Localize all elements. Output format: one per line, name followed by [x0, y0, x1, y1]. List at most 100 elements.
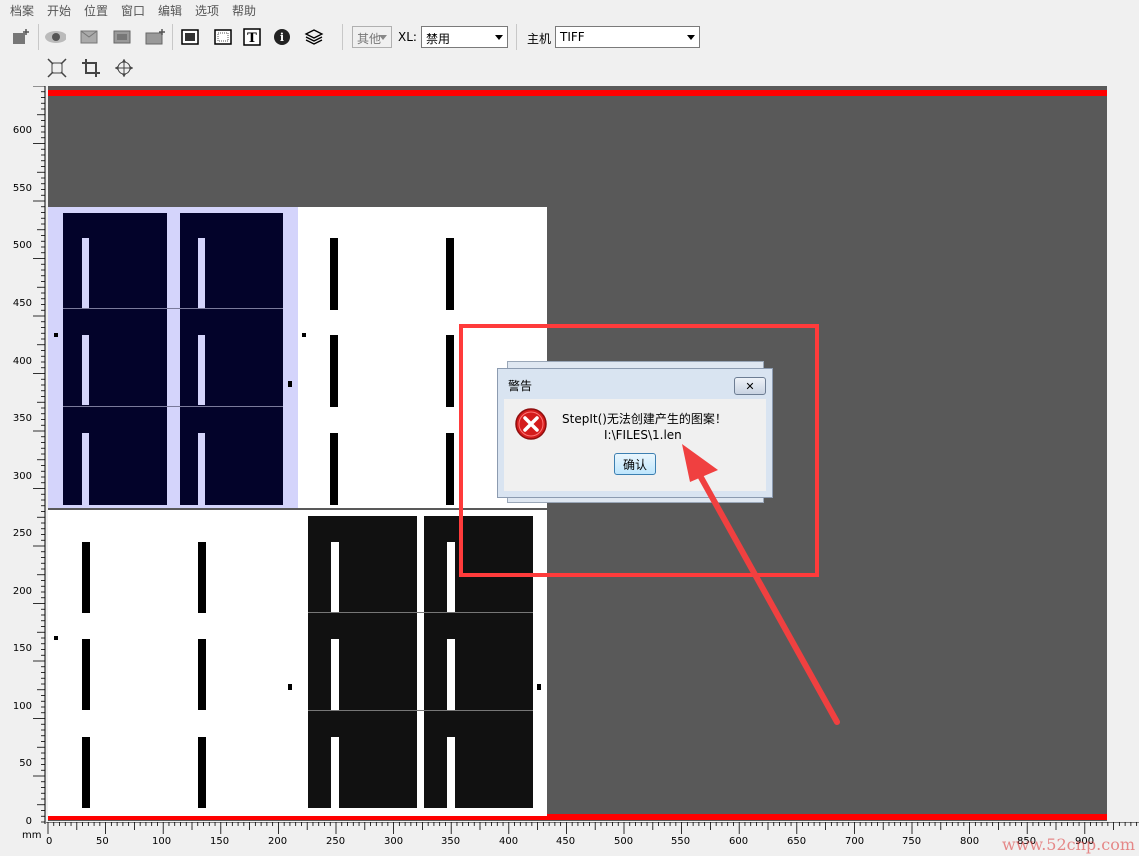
- stripe: [82, 238, 89, 308]
- layers-icon[interactable]: [303, 26, 325, 48]
- ruler-unit: mm: [22, 830, 42, 841]
- menu-start[interactable]: 开始: [47, 2, 71, 19]
- h-tick-label: 100: [152, 836, 172, 847]
- tile-selected[interactable]: [48, 207, 298, 508]
- tile-panel: [180, 213, 283, 505]
- stripe: [198, 737, 206, 808]
- text-icon[interactable]: T: [241, 26, 263, 48]
- v-tick-label: 250: [12, 528, 32, 539]
- xl-select[interactable]: 禁用: [421, 26, 508, 48]
- h-tick-label: 0: [46, 836, 53, 847]
- add-frame-icon[interactable]: [144, 26, 166, 48]
- mark: [54, 636, 58, 640]
- host-select[interactable]: TIFF: [555, 26, 700, 48]
- tile-divider: [308, 612, 533, 613]
- horizontal-ruler: mm 0 50 100 150 200 250 300 350 400 450 …: [22, 822, 1139, 852]
- h-tick-label: 550: [671, 836, 691, 847]
- stripe: [82, 542, 90, 613]
- stripe: [198, 433, 205, 505]
- stripe: [198, 335, 205, 405]
- xl-label: XL:: [398, 30, 417, 44]
- stripe: [330, 335, 338, 407]
- stripe: [82, 639, 90, 710]
- new-layer-icon[interactable]: [10, 26, 32, 48]
- h-tick-label: 300: [384, 836, 404, 847]
- menu-file[interactable]: 档案: [10, 2, 34, 19]
- fill-box-icon[interactable]: [179, 26, 201, 48]
- h-tick-label: 150: [210, 836, 230, 847]
- stripe: [330, 238, 338, 310]
- stripe: [331, 639, 339, 710]
- watermark: www.52cnp.com: [1002, 835, 1135, 854]
- menu-window[interactable]: 窗口: [121, 2, 145, 19]
- h-tick-label: 200: [268, 836, 288, 847]
- chevron-down-icon: [687, 35, 695, 40]
- other-combo[interactable]: 其他: [352, 26, 392, 48]
- stripe: [198, 238, 205, 308]
- v-tick-label: 50: [19, 758, 32, 769]
- menu-position[interactable]: 位置: [84, 2, 108, 19]
- v-tick-label: 450: [12, 298, 32, 309]
- mark: [537, 684, 541, 690]
- h-tick-label: 750: [902, 836, 922, 847]
- stripe: [446, 335, 454, 407]
- other-combo-value: 其他: [357, 32, 382, 46]
- xl-select-value: 禁用: [426, 32, 451, 46]
- h-tick-label: 250: [326, 836, 346, 847]
- menu-help[interactable]: 帮助: [232, 2, 256, 19]
- mark: [288, 684, 292, 690]
- eye-icon[interactable]: [44, 26, 66, 48]
- h-tick-label: 650: [787, 836, 807, 847]
- menu-options[interactable]: 选项: [195, 2, 219, 19]
- dotted-box-icon[interactable]: [212, 26, 234, 48]
- v-tick-label: 150: [12, 643, 32, 654]
- stripe: [198, 542, 206, 613]
- stripe: [331, 737, 339, 808]
- h-tick-label: 600: [729, 836, 749, 847]
- menu-bar: 档案 开始 位置 窗口 编辑 选项 帮助: [0, 0, 1139, 18]
- stripe: [330, 433, 338, 505]
- menu-edit[interactable]: 编辑: [158, 2, 182, 19]
- move-icon[interactable]: [113, 57, 135, 79]
- crop-icon[interactable]: [80, 57, 102, 79]
- stripe: [331, 542, 339, 612]
- v-tick-label: 600: [12, 125, 32, 136]
- chevron-down-icon: [379, 35, 387, 40]
- h-tick-label: 500: [614, 836, 634, 847]
- host-select-value: TIFF: [560, 30, 585, 44]
- chevron-down-icon: [495, 35, 503, 40]
- vertical-ruler: 600 550 500 450 400 350 300 250 200 150 …: [0, 86, 46, 827]
- stripe: [82, 737, 90, 808]
- v-tick-label: 550: [12, 183, 32, 194]
- transform-icon[interactable]: [46, 57, 68, 79]
- v-tick-label: 200: [12, 586, 32, 597]
- stripe: [447, 639, 455, 710]
- stripe: [446, 433, 454, 505]
- v-tick-label: 100: [12, 701, 32, 712]
- tile-panel: [308, 516, 417, 808]
- tile-divider: [63, 406, 283, 407]
- h-tick-label: 400: [499, 836, 519, 847]
- h-tick-label: 350: [441, 836, 461, 847]
- tile-panel: [63, 213, 167, 505]
- h-tick-label: 50: [96, 836, 109, 847]
- mark: [302, 333, 306, 337]
- mark: [288, 381, 292, 387]
- v-tick-label: 0: [25, 816, 32, 827]
- annotation-arrow: [682, 444, 840, 725]
- v-tick-label: 500: [12, 240, 32, 251]
- rectangle-icon[interactable]: [78, 26, 100, 48]
- stripe: [446, 238, 454, 310]
- tile-divider: [63, 308, 283, 309]
- stripe: [198, 639, 206, 710]
- v-tick-label: 350: [12, 413, 32, 424]
- h-tick-label: 700: [845, 836, 865, 847]
- v-tick-label: 400: [12, 356, 32, 367]
- h-tick-label: 800: [960, 836, 980, 847]
- v-tick-label: 300: [12, 471, 32, 482]
- info-icon[interactable]: i: [271, 26, 293, 48]
- h-tick-label: 450: [556, 836, 576, 847]
- double-rectangle-icon[interactable]: [111, 26, 133, 48]
- top-boundary-line: [48, 90, 1107, 96]
- tile[interactable]: [48, 510, 298, 816]
